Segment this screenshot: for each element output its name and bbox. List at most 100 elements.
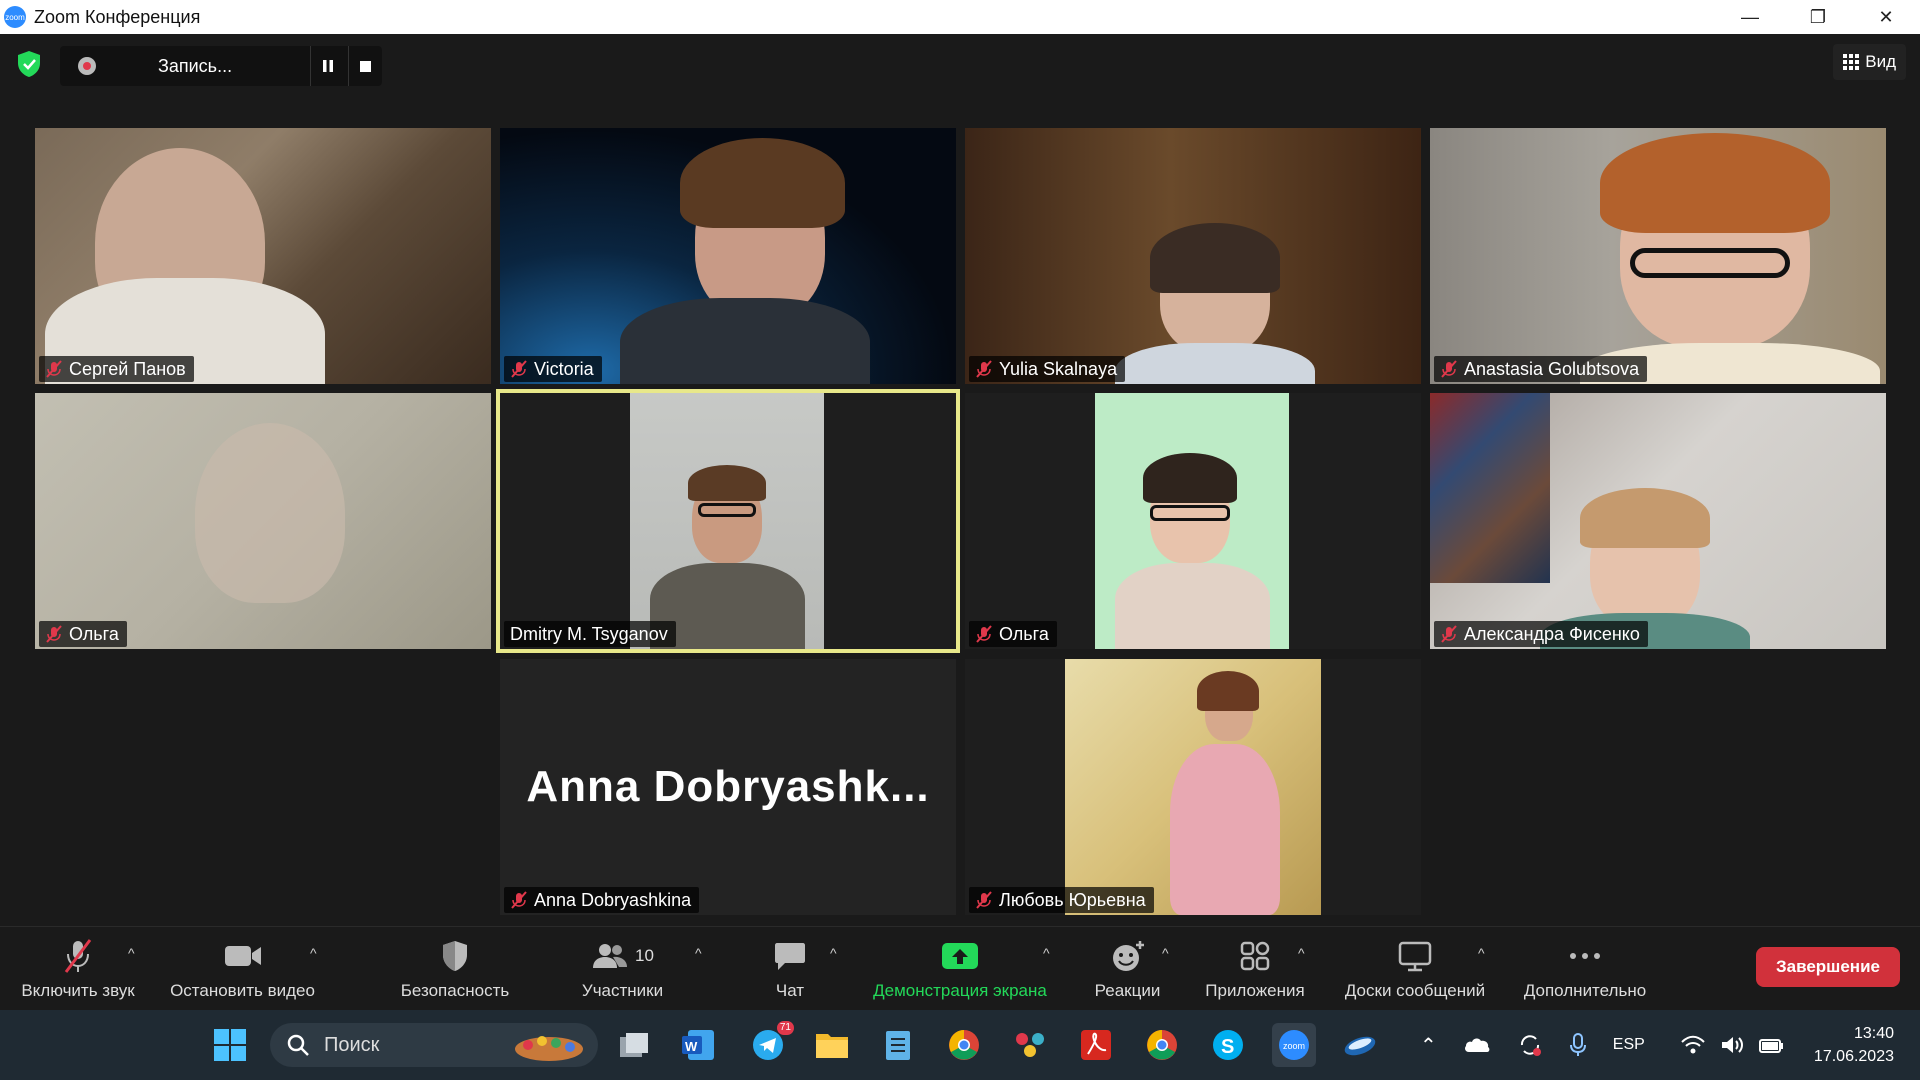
more-button[interactable]: Дополнительно [1510,927,1660,1011]
participant-name: Ольга [999,623,1049,644]
video-tile[interactable]: Anastasia Golubtsova [1430,128,1886,384]
skype-app[interactable]: S [1206,1023,1250,1067]
chat-options-caret[interactable]: ^ [830,945,837,961]
reactions-button[interactable]: Реакции [1080,927,1175,1011]
meeting-toolbar: Включить звук ^ Остановить видео ^ Безоп… [0,926,1920,1010]
acrobat-app[interactable] [1074,1023,1118,1067]
recording-icon [78,57,96,75]
restore-button[interactable]: ❐ [1784,0,1852,34]
pause-recording-button[interactable] [310,46,344,86]
close-button[interactable]: ✕ [1852,0,1920,34]
participant-hair [1150,223,1280,293]
stellarium-app[interactable] [1338,1023,1382,1067]
video-tile-active-speaker[interactable]: Dmitry M. Tsyganov [496,389,960,653]
participant-body [1115,343,1315,384]
telegram-app[interactable]: 71 [746,1021,794,1067]
status-icons[interactable] [1680,1010,1784,1080]
video-tile[interactable]: Yulia Skalnaya [965,128,1421,384]
word-app[interactable]: W [676,1023,720,1067]
chrome-icon [949,1030,979,1060]
task-view-button[interactable] [612,1023,656,1067]
taskbar-search[interactable]: Поиск [270,1023,598,1067]
audio-options-caret[interactable]: ^ [128,945,135,961]
muted-mic-icon [976,360,992,378]
participant-video [195,423,345,603]
file-explorer-app[interactable] [810,1023,854,1067]
muted-mic-icon [511,891,527,909]
share-screen-icon [942,943,978,969]
participant-video [630,393,824,649]
participant-name: Victoria [534,358,594,379]
participants-options-caret[interactable]: ^ [695,945,702,961]
chat-bubble-icon [775,943,805,970]
muted-mic-icon [511,360,527,378]
video-tile[interactable]: Любовь Юрьевна [965,659,1421,915]
participant-label: Anastasia Golubtsova [1434,356,1648,382]
taskbar-clock[interactable]: 13:40 17.06.2023 [1814,1022,1894,1068]
unmute-label: Включить звук [21,981,135,1000]
apps-options-caret[interactable]: ^ [1298,945,1305,961]
video-options-caret[interactable]: ^ [310,945,317,961]
video-tile[interactable]: Александра Фисенко [1430,393,1886,649]
apps-icon [1240,941,1270,971]
grid-view-icon [1843,54,1860,70]
davinci-app[interactable] [1008,1023,1052,1067]
sync-icon[interactable] [1517,1032,1543,1058]
video-tile[interactable]: Anna Dobryashk... Anna Dobryashkina [500,659,956,915]
view-button[interactable]: Вид [1833,44,1906,80]
zoom-icon: zoom [1279,1030,1309,1060]
muted-mic-icon [64,939,92,973]
chrome-app[interactable] [942,1023,986,1067]
end-meeting-button[interactable]: Завершение [1756,947,1900,987]
video-tile[interactable]: Victoria [500,128,956,384]
security-button[interactable]: Безопасность [385,927,525,1011]
participant-label: Anna Dobryashkina [504,887,700,913]
participant-hair [680,138,845,228]
stop-video-button[interactable]: Остановить видео [160,927,325,1011]
chat-button[interactable]: Чат [750,927,830,1011]
participants-icon [593,944,628,968]
share-screen-button[interactable]: Демонстрация экрана [860,927,1060,1011]
clock-time: 13:40 [1853,1025,1894,1042]
video-tile[interactable]: Ольга [35,393,491,649]
video-tile[interactable]: Ольга [965,393,1421,649]
participants-button[interactable]: 10 Участники [565,927,680,1011]
participant-label: Ольга [969,621,1057,647]
reactions-options-caret[interactable]: ^ [1162,945,1169,961]
participant-hair [1600,133,1830,233]
participant-name: Александра Фисенко [1464,623,1640,644]
whiteboards-options-caret[interactable]: ^ [1478,945,1485,961]
microphone-icon[interactable] [1569,1032,1587,1058]
stellarium-icon [1344,1036,1376,1056]
input-language[interactable]: ESP [1613,1036,1645,1054]
participant-name: Anastasia Golubtsova [1464,358,1640,379]
onedrive-cloud-icon[interactable] [1463,1036,1491,1054]
chrome-app-2[interactable] [1140,1023,1184,1067]
stop-recording-button[interactable] [348,46,382,86]
minimize-button[interactable]: — [1716,0,1784,34]
clock-date: 17.06.2023 [1813,1048,1894,1065]
window-title: Zoom Конференция [34,6,201,27]
stop-video-label: Остановить видео [170,981,315,1000]
video-tile[interactable]: Сергей Панов [35,128,491,384]
folder-icon [816,1034,848,1058]
unmute-button[interactable]: Включить звук [8,927,148,1011]
muted-mic-icon [1441,625,1457,643]
participant-name: Любовь Юрьевна [999,889,1146,910]
reactions-label: Реакции [1094,981,1161,1000]
apps-button[interactable]: Приложения [1190,927,1320,1011]
wall-photos [1430,393,1550,583]
start-button[interactable] [208,1023,252,1067]
davinci-resolve-icon [1016,1033,1044,1057]
whiteboards-button[interactable]: Доски сообщений [1330,927,1500,1011]
pause-icon [322,60,333,72]
share-options-caret[interactable]: ^ [1043,945,1050,961]
notepad-app[interactable] [876,1023,920,1067]
show-hidden-icons-chevron-icon[interactable]: ⌃ [1420,1033,1437,1058]
participant-label: Victoria [504,356,602,382]
zoom-app[interactable]: zoom [1272,1023,1316,1067]
telegram-badge: 71 [776,1021,794,1035]
recording-status: Запись... [158,55,233,76]
battery-icon [1759,1039,1783,1053]
security-shield-icon[interactable] [16,50,42,78]
